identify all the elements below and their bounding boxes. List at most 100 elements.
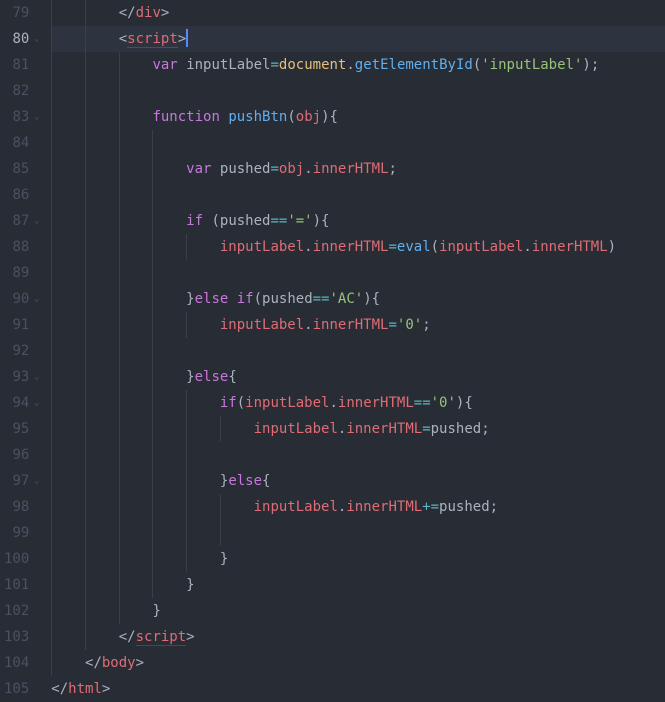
code-line[interactable]: </script> bbox=[51, 624, 665, 650]
code-line[interactable]: } bbox=[51, 546, 665, 572]
code-line[interactable]: <script> bbox=[51, 26, 665, 52]
indent-guide bbox=[119, 78, 120, 104]
line-number[interactable]: 99 bbox=[4, 520, 29, 546]
code-line[interactable] bbox=[51, 520, 665, 546]
code-token bbox=[51, 31, 118, 47]
code-line[interactable] bbox=[51, 78, 665, 104]
line-number[interactable]: 94⌄ bbox=[4, 390, 29, 416]
line-number[interactable]: 91 bbox=[4, 312, 29, 338]
indent-guide bbox=[85, 338, 86, 364]
line-number[interactable]: 101 bbox=[4, 572, 29, 598]
line-number[interactable]: 98 bbox=[4, 494, 29, 520]
indent-guide bbox=[85, 520, 86, 546]
indent-guide bbox=[119, 338, 120, 364]
code-line[interactable] bbox=[51, 260, 665, 286]
line-number[interactable]: 87⌄ bbox=[4, 208, 29, 234]
line-number[interactable]: 88 bbox=[4, 234, 29, 260]
code-token: var bbox=[186, 161, 211, 177]
code-token: ( bbox=[211, 213, 219, 229]
indent-guide bbox=[85, 130, 86, 156]
code-token: = bbox=[270, 57, 278, 73]
line-number[interactable]: 104 bbox=[4, 650, 29, 676]
code-line[interactable]: if (pushed=='='){ bbox=[51, 208, 665, 234]
code-line[interactable] bbox=[51, 182, 665, 208]
indent-guide bbox=[85, 260, 86, 286]
code-line[interactable]: inputLabel.innerHTML=pushed; bbox=[51, 416, 665, 442]
code-line[interactable] bbox=[51, 442, 665, 468]
line-number[interactable]: 93⌄ bbox=[4, 364, 29, 390]
code-token: innerHTML bbox=[532, 239, 608, 255]
line-number[interactable]: 100 bbox=[4, 546, 29, 572]
line-number[interactable]: 83⌄ bbox=[4, 104, 29, 130]
code-token: ( bbox=[287, 109, 295, 125]
code-token: += bbox=[422, 499, 439, 515]
code-token: . bbox=[329, 395, 337, 411]
code-line[interactable]: inputLabel.innerHTML+=pushed; bbox=[51, 494, 665, 520]
indent-guide bbox=[152, 520, 153, 546]
code-line[interactable]: inputLabel.innerHTML=eval(inputLabel.inn… bbox=[51, 234, 665, 260]
code-line[interactable]: }else{ bbox=[51, 468, 665, 494]
code-line[interactable]: } bbox=[51, 598, 665, 624]
code-line[interactable]: inputLabel.innerHTML='0'; bbox=[51, 312, 665, 338]
code-token: pushed bbox=[262, 291, 313, 307]
line-number[interactable]: 92 bbox=[4, 338, 29, 364]
code-token: 'AC' bbox=[329, 291, 363, 307]
line-number[interactable]: 96 bbox=[4, 442, 29, 468]
line-number[interactable]: 102 bbox=[4, 598, 29, 624]
code-line[interactable]: var inputLabel=document.getElementById('… bbox=[51, 52, 665, 78]
code-token: innerHTML bbox=[313, 317, 389, 333]
code-token: var bbox=[152, 57, 177, 73]
code-token: obj bbox=[296, 109, 321, 125]
code-line[interactable]: if(inputLabel.innerHTML=='0'){ bbox=[51, 390, 665, 416]
line-number[interactable]: 90⌄ bbox=[4, 286, 29, 312]
code-token: </ bbox=[85, 655, 102, 671]
code-line[interactable] bbox=[51, 130, 665, 156]
code-token: } bbox=[186, 291, 194, 307]
code-token: html bbox=[68, 681, 102, 697]
code-token: innerHTML bbox=[313, 239, 389, 255]
code-token: } bbox=[152, 603, 160, 619]
code-token: = bbox=[270, 161, 278, 177]
code-token: function bbox=[152, 109, 219, 125]
code-editor[interactable]: 7980⌄818283⌄84858687⌄888990⌄919293⌄94⌄95… bbox=[0, 0, 665, 702]
line-number[interactable]: 79 bbox=[4, 0, 29, 26]
code-token: inputLabel bbox=[245, 395, 329, 411]
code-token: innerHTML bbox=[313, 161, 389, 177]
code-line[interactable]: function pushBtn(obj){ bbox=[51, 104, 665, 130]
line-number[interactable]: 80⌄ bbox=[4, 26, 29, 52]
code-token bbox=[51, 239, 220, 255]
code-token: </ bbox=[119, 629, 136, 645]
line-number[interactable]: 97⌄ bbox=[4, 468, 29, 494]
line-number[interactable]: 105 bbox=[4, 676, 29, 702]
code-line[interactable]: }else if(pushed=='AC'){ bbox=[51, 286, 665, 312]
code-token: body bbox=[102, 655, 136, 671]
code-token: script bbox=[136, 629, 187, 646]
code-line[interactable]: </html> bbox=[51, 676, 665, 702]
code-token: document bbox=[279, 57, 346, 73]
code-token: ; bbox=[389, 161, 397, 177]
line-number[interactable]: 95 bbox=[4, 416, 29, 442]
line-number[interactable]: 103 bbox=[4, 624, 29, 650]
code-line[interactable]: </body> bbox=[51, 650, 665, 676]
indent-guide bbox=[186, 520, 187, 546]
code-token: > bbox=[136, 655, 144, 671]
code-line[interactable]: }else{ bbox=[51, 364, 665, 390]
code-token: ; bbox=[422, 317, 430, 333]
line-number[interactable]: 89 bbox=[4, 260, 29, 286]
code-area[interactable]: </div> <script> var inputLabel=document.… bbox=[37, 0, 665, 702]
line-number[interactable]: 86 bbox=[4, 182, 29, 208]
code-token: . bbox=[304, 161, 312, 177]
code-line[interactable]: </div> bbox=[51, 0, 665, 26]
code-line[interactable]: } bbox=[51, 572, 665, 598]
code-token: inputLabel bbox=[186, 57, 270, 73]
line-number[interactable]: 82 bbox=[4, 78, 29, 104]
line-number[interactable]: 84 bbox=[4, 130, 29, 156]
code-token: </ bbox=[119, 5, 136, 21]
code-line[interactable] bbox=[51, 338, 665, 364]
line-number-gutter[interactable]: 7980⌄818283⌄84858687⌄888990⌄919293⌄94⌄95… bbox=[0, 0, 37, 702]
line-number[interactable]: 85 bbox=[4, 156, 29, 182]
code-token: . bbox=[346, 57, 354, 73]
line-number[interactable]: 81 bbox=[4, 52, 29, 78]
code-line[interactable]: var pushed=obj.innerHTML; bbox=[51, 156, 665, 182]
code-token: script bbox=[127, 31, 178, 48]
